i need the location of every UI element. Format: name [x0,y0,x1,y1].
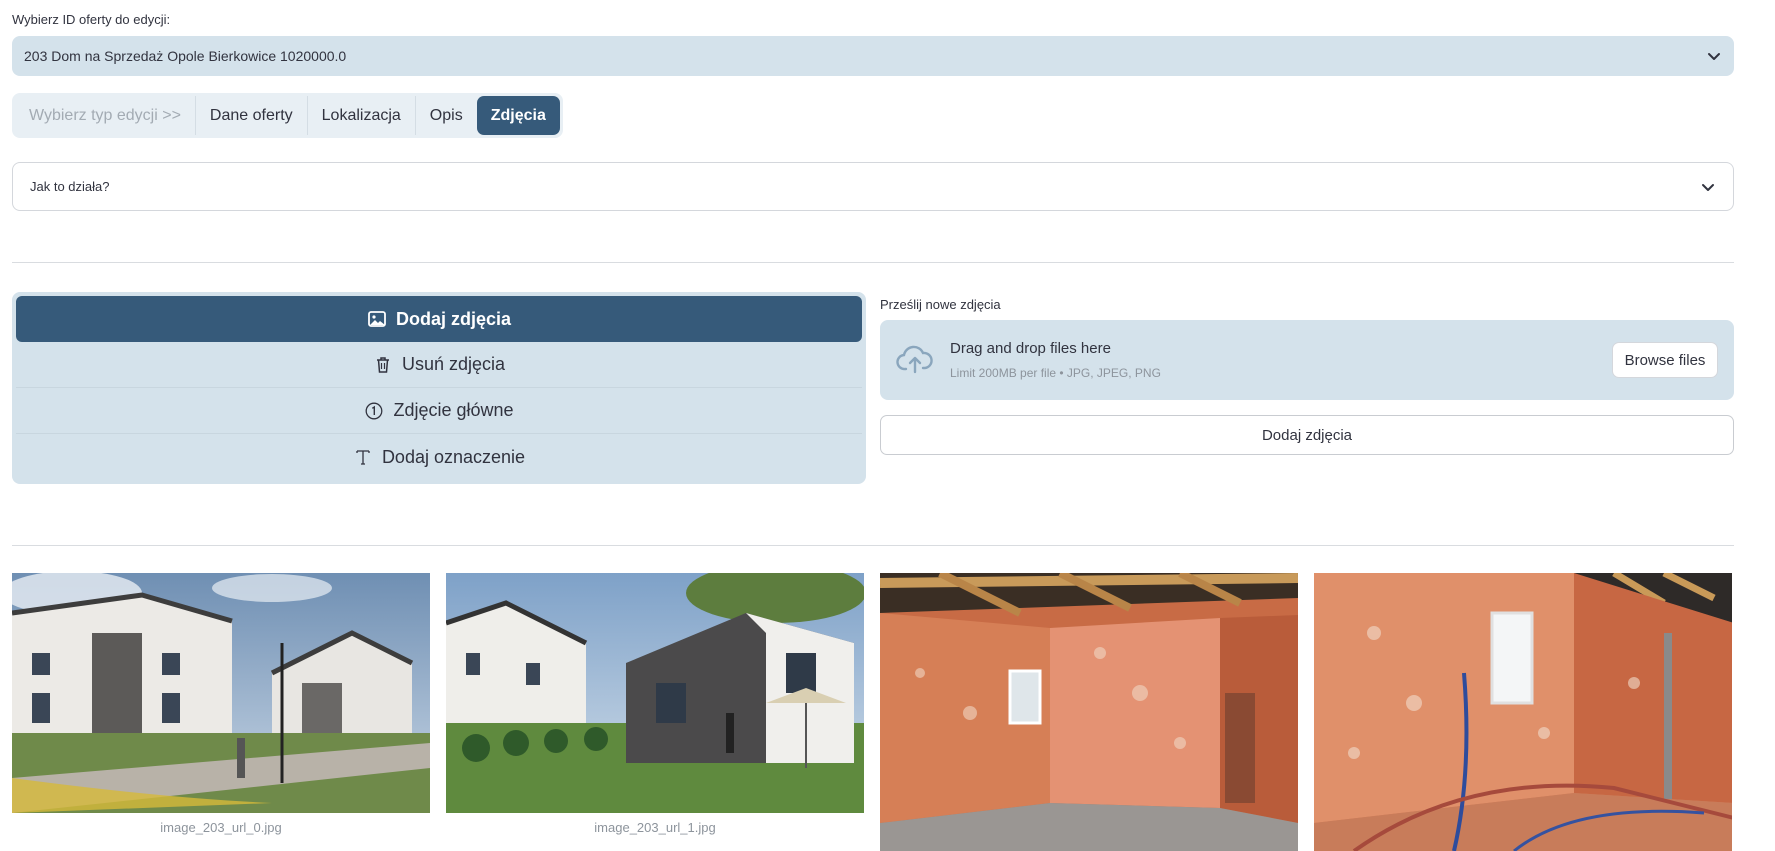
trash-icon [373,355,393,375]
text-icon [353,447,373,467]
menu-item-label: Zdjęcie główne [393,400,514,420]
file-dropzone[interactable]: Drag and drop files here Limit 200MB per… [880,320,1734,400]
gallery-caption: image_203_url_0.jpg [160,820,282,835]
offer-select-value: 203 Dom na Sprzedaż Opole Bierkowice 102… [24,48,347,64]
menu-item-label: Dodaj oznaczenie [381,446,526,467]
gallery-image [12,573,430,813]
menu-item-label: Dodaj zdjęcia [395,308,512,329]
browse-files-button[interactable]: Browse files [1612,342,1718,378]
offer-select[interactable]: 203 Dom na Sprzedaż Opole Bierkowice 102… [12,36,1734,76]
chevron-down-icon [1708,53,1720,60]
how-it-works-expander[interactable]: Jak to działa? [12,162,1734,211]
dropzone-title: Drag and drop files here [950,340,1111,357]
menu-item-dodaj-zdjecia[interactable]: Dodaj zdjęcia [16,296,862,342]
menu-item-dodaj-oznaczenie[interactable]: Dodaj oznaczenie [16,434,862,480]
expander-label: Jak to działa? [30,179,110,194]
tab-wybierz-typ: Wybierz typ edycji >> [15,96,196,135]
cloud-upload-icon [896,345,933,374]
tab-lokalizacja[interactable]: Lokalizacja [308,96,416,135]
photo-action-menu: Dodaj zdjęcia Usuń zdjęcia Zdjęcie główn… [12,292,866,484]
circled-one-icon [364,401,384,421]
tab-zdjecia[interactable]: Zdjęcia [476,96,560,135]
tab-opis[interactable]: Opis [416,96,477,135]
menu-item-label: Usuń zdjęcia [401,354,506,374]
menu-item-zdjecie-glowne[interactable]: Zdjęcie główne [16,388,862,434]
dropzone-limit: Limit 200MB per file • JPG, JPEG, PNG [950,366,1161,380]
chevron-down-icon [1702,184,1714,191]
gallery-image [446,573,864,813]
gallery-image [880,573,1298,851]
offer-select-label: Wybierz ID oferty do edycji: [12,12,171,27]
tab-dane-oferty[interactable]: Dane oferty [196,96,308,135]
divider [12,262,1734,263]
gallery-image [1314,573,1732,851]
image-icon [367,309,387,329]
divider [12,545,1734,546]
menu-item-usun-zdjecia[interactable]: Usuń zdjęcia [16,342,862,388]
add-photos-button[interactable]: Dodaj zdjęcia [880,415,1734,455]
edit-type-tabs: Wybierz typ edycji >> Dane oferty Lokali… [12,93,563,138]
upload-label: Prześlij nowe zdjęcia [880,297,1001,312]
gallery-caption: image_203_url_1.jpg [594,820,716,835]
